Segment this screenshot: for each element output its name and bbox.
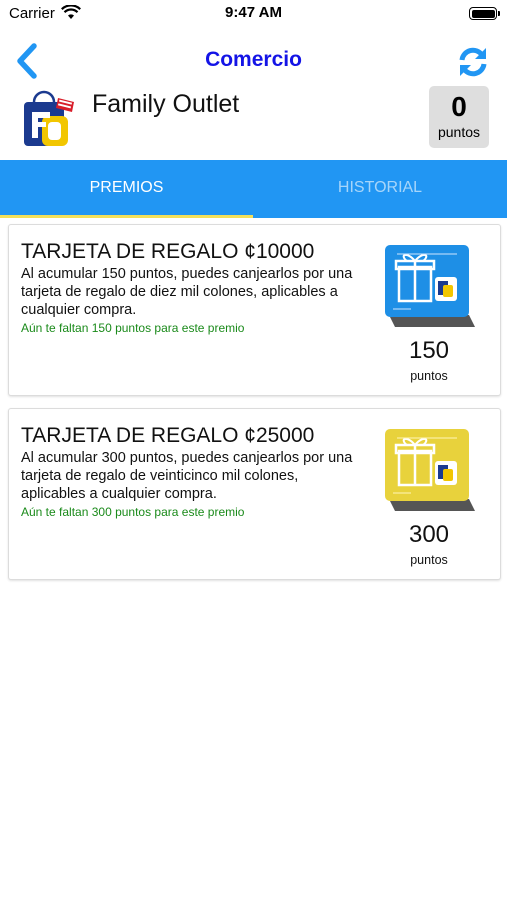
refresh-icon (459, 47, 487, 77)
reward-points-label: puntos (410, 369, 448, 383)
tab-bar: PREMIOS HISTORIAL (0, 160, 507, 218)
reward-card[interactable]: TARJETA DE REGALO ¢25000 Al acumular 300… (8, 408, 501, 580)
chevron-left-icon (17, 43, 37, 79)
points-label: puntos (437, 124, 481, 140)
merchant-name: Family Outlet (92, 90, 240, 118)
gift-card-image (385, 245, 475, 327)
points-badge: 0 puntos (429, 86, 489, 148)
gift-card-image (385, 429, 475, 511)
reward-points: 150 (408, 337, 450, 364)
reward-description: Al acumular 150 puntos, puedes canjearlo… (21, 266, 353, 318)
back-button[interactable] (12, 42, 42, 80)
reward-note: Aún te faltan 300 puntos para este premi… (21, 505, 245, 519)
page-title: Comercio (205, 48, 302, 71)
clock: 9:47 AM (225, 4, 282, 21)
reward-card[interactable]: TARJETA DE REGALO ¢10000 Al acumular 150… (8, 224, 501, 396)
tab-indicator (0, 215, 253, 218)
status-bar: Carrier 9:47 AM (0, 0, 507, 28)
merchant-logo (24, 90, 74, 146)
merchant-header: Family Outlet 0 puntos (0, 84, 507, 156)
nav-bar: Comercio (0, 36, 507, 84)
reward-points-label: puntos (410, 553, 448, 567)
tab-premios[interactable]: PREMIOS (0, 160, 253, 218)
refresh-button[interactable] (455, 44, 491, 80)
tab-historial[interactable]: HISTORIAL (253, 160, 507, 218)
reward-title: TARJETA DE REGALO ¢10000 (21, 240, 315, 263)
reward-points: 300 (408, 521, 450, 548)
reward-note: Aún te faltan 150 puntos para este premi… (21, 321, 245, 335)
reward-title: TARJETA DE REGALO ¢25000 (21, 424, 315, 447)
points-value: 0 (451, 91, 467, 122)
reward-description: Al acumular 300 puntos, puedes canjearlo… (21, 450, 353, 502)
battery-icon (469, 7, 500, 20)
